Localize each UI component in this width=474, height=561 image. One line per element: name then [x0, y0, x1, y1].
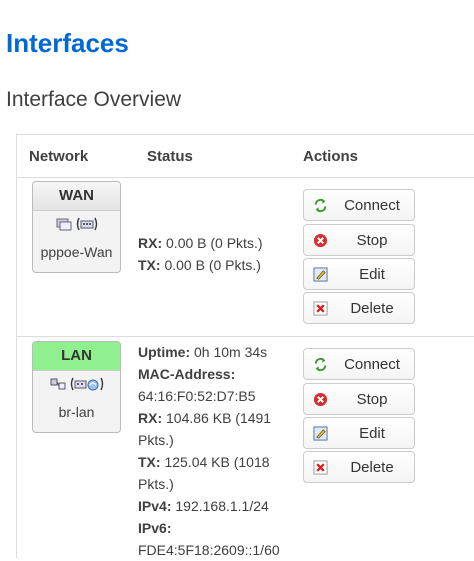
edit-label: Edit [359, 425, 385, 442]
tx-line-cont: Pkts.) [138, 476, 174, 492]
delete-button[interactable]: Delete [303, 451, 415, 483]
interface-icons [33, 211, 120, 243]
interface-name: LAN [33, 342, 120, 371]
edit-button[interactable]: Edit [303, 417, 415, 449]
tx-line: TX: 125.04 KB (1018 [138, 454, 270, 470]
stop-label: Stop [356, 232, 388, 249]
interface-status-wan: RX: 0.00 B (0 Pkts.) TX: 0.00 B (0 Pkts.… [138, 232, 263, 276]
delete-x-icon [313, 460, 328, 475]
delete-button[interactable]: Delete [303, 292, 415, 324]
rx-line-cont: Pkts.) [138, 432, 174, 448]
header-status: Status [147, 148, 193, 165]
edit-pencil-icon [313, 267, 328, 282]
ipv6-value-line: FDE4:5F18:2609::1/60 [138, 542, 280, 558]
delete-label: Delete [350, 459, 394, 476]
network-port-icon [56, 218, 71, 231]
edit-button[interactable]: Edit [303, 258, 415, 290]
refresh-arrows-icon [314, 198, 327, 213]
interface-icons [33, 371, 120, 403]
bridge-icon [50, 378, 65, 390]
interface-device: br-lan [58, 404, 95, 420]
section-title: Interface Overview [6, 88, 182, 111]
interface-status-lan: Uptime: 0h 10m 34s MAC-Address: 64:16:F0… [138, 341, 280, 561]
delete-label: Delete [350, 300, 394, 317]
stop-button[interactable]: Stop [303, 383, 415, 415]
rx-line: RX: 0.00 B (0 Pkts.) [138, 235, 263, 251]
header-actions: Actions [303, 148, 359, 165]
stop-label: Stop [356, 391, 388, 408]
delete-x-icon [313, 301, 328, 316]
rx-line: RX: 104.86 KB (1491 [138, 410, 272, 426]
ipv4-line: IPv4: 192.168.1.1/24 [138, 498, 269, 514]
ipv6-label-line: IPv6: [138, 520, 172, 536]
edit-label: Edit [359, 266, 385, 283]
connect-button[interactable]: Connect [303, 189, 415, 221]
stop-button[interactable]: Stop [303, 224, 415, 256]
connect-label: Connect [344, 197, 400, 214]
table-header: Network Status Actions [17, 135, 474, 178]
ethernet-port-icon [76, 217, 97, 231]
tx-line: TX: 0.00 B (0 Pkts.) [138, 257, 261, 273]
stop-circle-icon [313, 233, 328, 248]
header-network: Network [29, 148, 89, 165]
mac-value-line: 64:16:F0:52:D7:B5 [138, 388, 256, 404]
interface-badge-lan: LAN br-lan [32, 341, 121, 433]
mac-label-line: MAC-Address: [138, 366, 236, 382]
page-title: Interfaces [6, 28, 129, 58]
ethernet-wifi-icon [70, 377, 103, 391]
stop-circle-icon [313, 392, 328, 407]
table-row-lan: LAN br-lan Uptime: 0h 10m 34s MAC-Addres… [17, 337, 474, 558]
interface-table: Network Status Actions WAN pppoe-Wan RX:… [16, 134, 474, 558]
interface-name: WAN [33, 182, 120, 211]
connect-button[interactable]: Connect [303, 348, 415, 380]
connect-label: Connect [344, 356, 400, 373]
edit-pencil-icon [313, 426, 328, 441]
uptime-line: Uptime: 0h 10m 34s [138, 344, 268, 360]
interface-badge-wan: WAN pppoe-Wan [32, 181, 121, 273]
table-row-wan: WAN pppoe-Wan RX: 0.00 B (0 Pkts.) TX: 0… [17, 178, 474, 337]
refresh-arrows-icon [314, 357, 327, 372]
interface-device: pppoe-Wan [40, 244, 113, 260]
